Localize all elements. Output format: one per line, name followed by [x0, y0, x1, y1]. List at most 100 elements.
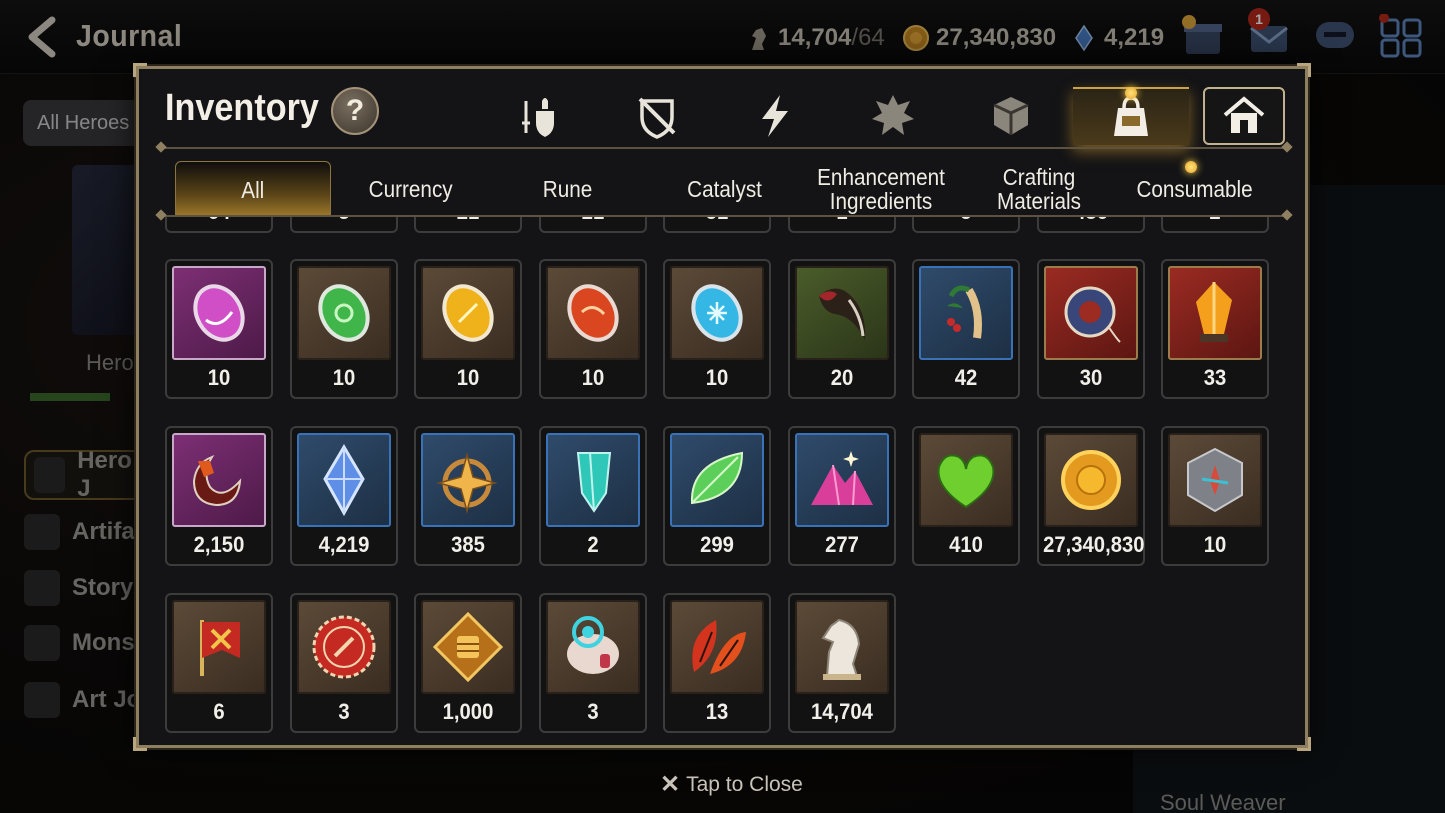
inventory-slot[interactable]: 3 — [538, 593, 647, 733]
inventory-slot[interactable]: 64 — [165, 217, 273, 233]
inventory-slot[interactable]: 299 — [663, 426, 771, 566]
inventory-slot[interactable]: 2 — [538, 426, 647, 566]
gold-coin-icon — [1043, 433, 1138, 527]
inventory-slot[interactable]: 486 — [1036, 217, 1145, 233]
tap-to-close[interactable]: ✕ Tap to Close — [660, 770, 803, 799]
close-icon: ✕ — [660, 771, 681, 798]
inventory-slot[interactable]: 10 — [538, 259, 647, 399]
subtab-label: Rune — [542, 176, 592, 202]
star-pendant-icon — [421, 433, 515, 527]
item-quantity: 30 — [1079, 365, 1102, 390]
red-rune-icon — [545, 266, 640, 360]
item-quantity: 5 — [918, 217, 1014, 225]
red-leaves-icon — [670, 600, 764, 694]
inventory-slot[interactable]: 14,704 — [787, 593, 896, 733]
tab-inventory-bag[interactable] — [1073, 87, 1189, 145]
inventory-grid[interactable]: 6432121511548621010101010204230332,1504,… — [165, 217, 1285, 745]
item-quantity: 4,219 — [318, 532, 369, 557]
frame-corner — [133, 63, 147, 77]
subtab-consumable[interactable]: Consumable — [1115, 161, 1275, 217]
subtab-catalyst[interactable]: Catalyst — [647, 161, 803, 217]
item-quantity: 10 — [456, 365, 480, 390]
tab-storage[interactable] — [1203, 87, 1285, 145]
header-divider — [161, 147, 1287, 149]
new-indicator-dot — [1185, 161, 1197, 173]
inventory-slot[interactable]: 2 — [1161, 217, 1269, 233]
subtab-enhancement-ingredients[interactable]: Enhancement Ingredients — [803, 161, 959, 217]
item-quantity: 6 — [213, 699, 225, 724]
inventory-slot[interactable]: 51 — [663, 217, 771, 233]
inventory-slot[interactable]: 277 — [787, 426, 896, 566]
skystone-crystal-icon — [296, 433, 391, 527]
close-label: Tap to Close — [686, 772, 803, 796]
inventory-slot[interactable]: 2,150 — [165, 426, 273, 566]
item-quantity: 3 — [586, 699, 599, 724]
inventory-slot[interactable]: 10 — [414, 259, 522, 399]
inventory-slot[interactable]: 3 — [289, 217, 398, 233]
inventory-slot[interactable]: 10 — [663, 259, 771, 399]
item-quantity: 2 — [586, 532, 599, 557]
inventory-slot[interactable]: 410 — [912, 426, 1020, 566]
subtab-label: Catalyst — [687, 176, 763, 202]
horse-chess-icon — [794, 600, 889, 694]
item-quantity: 33 — [1203, 365, 1227, 390]
frame-corner — [1297, 63, 1311, 77]
subtab-label: Crafting Materials — [997, 164, 1081, 214]
blue-rune-icon — [670, 266, 764, 360]
item-quantity: 64 — [171, 217, 267, 225]
teal-crystal-icon — [545, 433, 640, 527]
item-quantity: 20 — [830, 365, 853, 390]
subtab-rune[interactable]: Rune — [489, 161, 645, 217]
tab-equipment[interactable] — [481, 87, 597, 145]
item-quantity: 3 — [296, 217, 392, 225]
house-icon — [1223, 96, 1265, 133]
game-screen: Journal 14,704 /64 27,340,830 4,219 1 Al… — [0, 0, 1445, 813]
item-quantity: 2 — [1167, 217, 1263, 225]
inventory-slot[interactable]: 27,340,830 — [1036, 426, 1145, 566]
subtab-crafting-materials[interactable]: Crafting Materials — [969, 161, 1109, 217]
inventory-slot[interactable]: 10 — [289, 259, 398, 399]
inventory-slot[interactable]: 1 — [787, 217, 896, 233]
subtab-label: Consumable — [1136, 176, 1254, 202]
tab-no-equip[interactable] — [599, 87, 715, 145]
inventory-slot[interactable]: 10 — [1161, 426, 1269, 566]
inventory-slot[interactable]: 21 — [538, 217, 647, 233]
inventory-slot[interactable]: 30 — [1036, 259, 1145, 399]
inventory-slot[interactable]: 42 — [912, 259, 1020, 399]
item-quantity: 10 — [207, 365, 231, 390]
tab-fragment[interactable] — [835, 87, 951, 145]
subtab-all[interactable]: All — [175, 161, 331, 217]
inventory-slot[interactable]: 33 — [1161, 259, 1269, 399]
item-quantity: 410 — [949, 532, 983, 557]
lightning-icon — [762, 95, 788, 137]
inventory-slot[interactable]: 21 — [414, 217, 522, 233]
inventory-slot[interactable]: 385 — [414, 426, 522, 566]
item-quantity: 21 — [420, 217, 516, 225]
tab-artifact[interactable] — [717, 87, 833, 145]
inventory-title: Inventory — [165, 87, 319, 129]
tab-material[interactable] — [953, 87, 1069, 145]
inventory-modal: Inventory ? All Currency Rune Catalyst E… — [133, 63, 1311, 751]
item-quantity: 3 — [337, 699, 350, 724]
item-quantity: 10 — [705, 365, 729, 390]
new-indicator-dot — [1125, 87, 1137, 99]
ring-amulet-icon — [1043, 266, 1138, 360]
inventory-slot[interactable]: 10 — [165, 259, 273, 399]
inventory-slot[interactable]: 4,219 — [289, 426, 398, 566]
inventory-slot[interactable]: 6 — [165, 593, 273, 733]
inventory-slot[interactable]: 1,000 — [414, 593, 522, 733]
yellow-rune-icon — [421, 266, 515, 360]
green-heart-icon — [919, 433, 1013, 527]
inventory-slot[interactable]: 3 — [289, 593, 398, 733]
gold-fist-emblem-icon — [421, 600, 515, 694]
item-quantity: 1,000 — [442, 699, 494, 724]
subtab-label: Currency — [369, 176, 453, 202]
inventory-slot[interactable]: 13 — [663, 593, 771, 733]
item-quantity: 486 — [1043, 217, 1139, 225]
inventory-slot[interactable]: 5 — [912, 217, 1020, 233]
shield-off-icon — [638, 97, 676, 139]
subtab-currency[interactable]: Currency — [333, 161, 489, 217]
inventory-slot[interactable]: 20 — [787, 259, 896, 399]
red-seal-badge-icon — [296, 600, 391, 694]
help-button[interactable]: ? — [331, 87, 379, 135]
